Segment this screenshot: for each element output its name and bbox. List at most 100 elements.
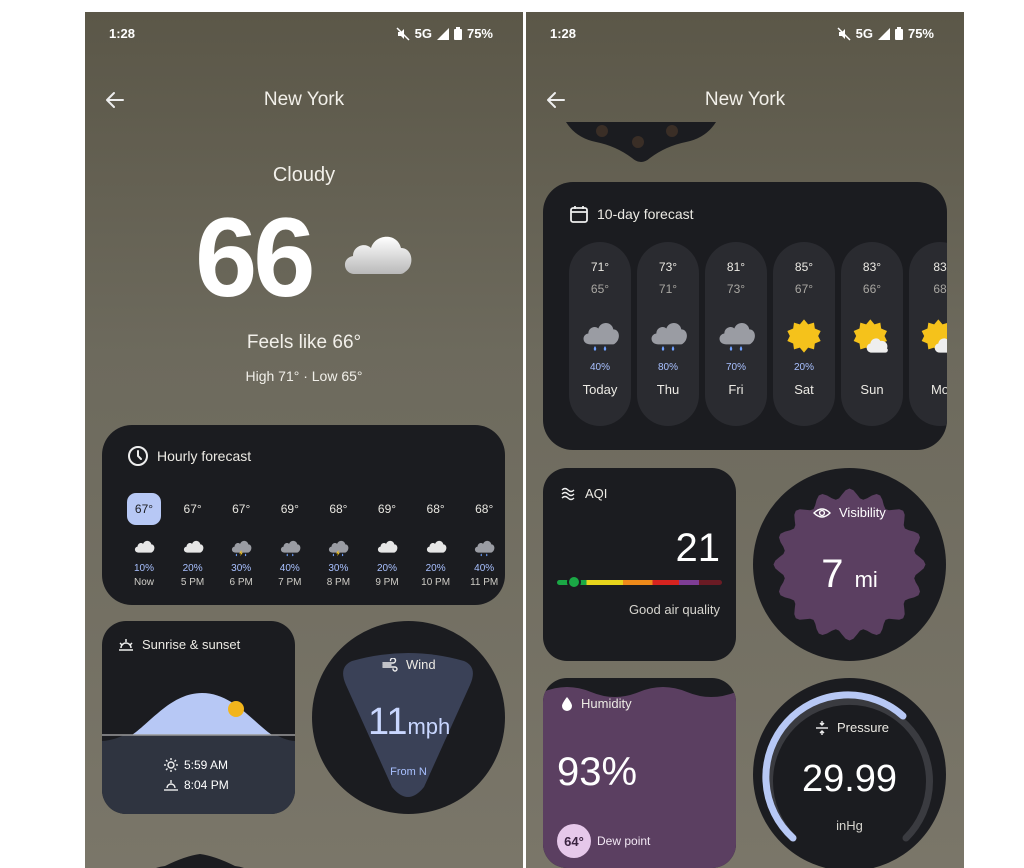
hour-icon bbox=[121, 535, 167, 561]
hour-temp: 68° bbox=[329, 502, 348, 516]
day-high: 73° bbox=[658, 260, 678, 274]
hourly-forecast-card[interactable]: Hourly forecast 67° 10% Now 67° 20% 5 PM 67° 30… bbox=[102, 425, 505, 605]
hour-icon bbox=[218, 535, 264, 561]
visibility-card[interactable]: Visibility 7 mi bbox=[753, 468, 946, 661]
daily-item[interactable]: 71° 65° 40% Today bbox=[569, 242, 631, 426]
hour-precip: 20% bbox=[376, 563, 397, 574]
day-high: 83 bbox=[933, 260, 947, 274]
ten-day-forecast-header: 10-day forecast bbox=[569, 204, 694, 224]
humidity-value: 93% bbox=[557, 750, 638, 794]
mute-icon bbox=[396, 26, 410, 41]
aqi-header: AQI bbox=[561, 486, 607, 501]
daily-item[interactable]: 73° 71° 80% Thu bbox=[637, 242, 699, 426]
hour-precip: 30% bbox=[231, 563, 252, 574]
phone-screen-left: 1:28 5G 75% New York Cloudy 66 Feels lik… bbox=[85, 12, 523, 868]
daily-item[interactable]: 83 68 Mo bbox=[909, 242, 947, 426]
feels-like: Feels like 66° bbox=[246, 332, 362, 353]
daily-item[interactable]: 81° 73° 70% Fri bbox=[705, 242, 767, 426]
hourly-forecast-header: Hourly forecast bbox=[127, 445, 251, 467]
hourly-forecast-title: Hourly forecast bbox=[157, 448, 252, 464]
mute-icon bbox=[837, 26, 851, 41]
aqi-value: 21 bbox=[675, 526, 721, 570]
visibility-header: Visibility bbox=[813, 505, 886, 520]
cloud-icon bbox=[183, 540, 203, 553]
humidity-card[interactable]: Humidity 93% 64° Dew point bbox=[543, 678, 736, 868]
hourly-item: 69° 40% 7 PM bbox=[267, 493, 313, 588]
ten-day-forecast-title: 10-day forecast bbox=[597, 206, 694, 222]
hour-temp: 69° bbox=[377, 502, 397, 516]
status-icons: 5G 75% bbox=[396, 26, 493, 41]
hourly-item: 67° 10% Now bbox=[121, 493, 167, 588]
calendar-icon bbox=[570, 206, 588, 223]
pressure-icon bbox=[816, 720, 828, 735]
battery-icon bbox=[453, 27, 462, 40]
day-precip bbox=[841, 362, 903, 374]
pressure-value: 29.99 bbox=[801, 758, 898, 800]
aqi-card[interactable]: AQI 21 Good air quality bbox=[543, 468, 736, 661]
pressure-header: Pressure bbox=[815, 720, 889, 735]
day-precip: 40% bbox=[589, 362, 610, 373]
hour-label: 8 PM bbox=[326, 577, 351, 588]
visibility-number: 7 bbox=[821, 552, 844, 596]
day-icon bbox=[773, 316, 835, 356]
humidity-title: Humidity bbox=[581, 696, 632, 711]
day-label: Fri bbox=[728, 382, 744, 397]
hour-icon bbox=[267, 535, 313, 561]
day-label: Sun bbox=[860, 382, 884, 397]
network-label: 5G bbox=[855, 26, 873, 41]
day-high: 85° bbox=[794, 260, 814, 274]
daily-item[interactable]: 83° 66° Sun bbox=[841, 242, 903, 426]
pressure-card[interactable]: Pressure 29.99 inHg bbox=[753, 678, 946, 868]
wind-card[interactable]: Wind 11mph From N bbox=[312, 621, 505, 814]
day-label: Sat bbox=[794, 382, 814, 397]
wind-speed-value: 11 bbox=[368, 701, 408, 743]
status-icons: 5G 75% bbox=[837, 26, 934, 41]
water-drop-icon bbox=[562, 697, 572, 711]
sunrise-sunset-title: Sunrise & sunset bbox=[142, 637, 241, 652]
hour-icon bbox=[170, 535, 216, 561]
day-high: 71° bbox=[590, 260, 610, 274]
hour-temp: 68° bbox=[426, 502, 445, 516]
cloud-icon bbox=[134, 540, 155, 553]
day-low: 66° bbox=[862, 282, 882, 296]
aqi-indicator bbox=[566, 575, 581, 589]
day-icon bbox=[637, 316, 699, 356]
top-app-bar: New York bbox=[526, 76, 964, 124]
status-bar: 1:28 5G 75% bbox=[526, 12, 964, 52]
pressure-title: Pressure bbox=[837, 720, 890, 735]
sunrise-sunset-header: Sunrise & sunset bbox=[118, 637, 240, 652]
hourly-item: 68° 20% 10 PM bbox=[413, 493, 459, 588]
hour-temp: 67° bbox=[127, 493, 161, 525]
sun-times: 5:59 AM 8:04 PM bbox=[164, 755, 229, 795]
hour-precip: 40% bbox=[279, 563, 300, 574]
pressure-unit: inHg bbox=[836, 818, 863, 833]
day-icon bbox=[909, 316, 947, 356]
hourly-item: 67° 20% 5 PM bbox=[170, 493, 216, 588]
hour-precip: 20% bbox=[425, 563, 446, 574]
sunrise-sunset-card[interactable]: Sunrise & sunset 5:59 AM 8:04 PM bbox=[102, 621, 295, 814]
hour-label: 6 PM bbox=[229, 577, 253, 588]
phone-screen-right: 1:28 5G 75% New York 10-day forecast 71°… bbox=[526, 12, 964, 868]
ten-day-forecast-card[interactable]: 10-day forecast 71° 65° 40% Today 73° 71° 80% T… bbox=[543, 182, 947, 450]
hour-icon bbox=[413, 535, 459, 561]
visibility-value: 7 mi bbox=[753, 552, 946, 597]
rain-icon bbox=[651, 322, 687, 351]
day-low: 71° bbox=[658, 282, 678, 296]
day-low: 65° bbox=[590, 282, 610, 296]
daily-item[interactable]: 85° 67° 20% Sat bbox=[773, 242, 835, 426]
day-label: Mo bbox=[930, 382, 947, 397]
day-label: Thu bbox=[656, 382, 680, 397]
hour-temp: 67° bbox=[232, 502, 251, 516]
humidity-header: Humidity bbox=[561, 696, 632, 711]
aqi-description: Good air quality bbox=[628, 602, 720, 617]
day-precip: 20% bbox=[793, 362, 814, 373]
hour-icon bbox=[315, 535, 361, 561]
visibility-unit: mi bbox=[854, 567, 878, 592]
status-time: 1:28 bbox=[550, 26, 577, 41]
dew-point-label: Dew point bbox=[597, 834, 651, 848]
status-time: 1:28 bbox=[109, 26, 136, 41]
sunset-icon bbox=[164, 780, 178, 791]
battery-percent: 75% bbox=[466, 26, 493, 41]
wind-title: Wind bbox=[406, 657, 436, 672]
day-precip: 80% bbox=[657, 362, 678, 373]
